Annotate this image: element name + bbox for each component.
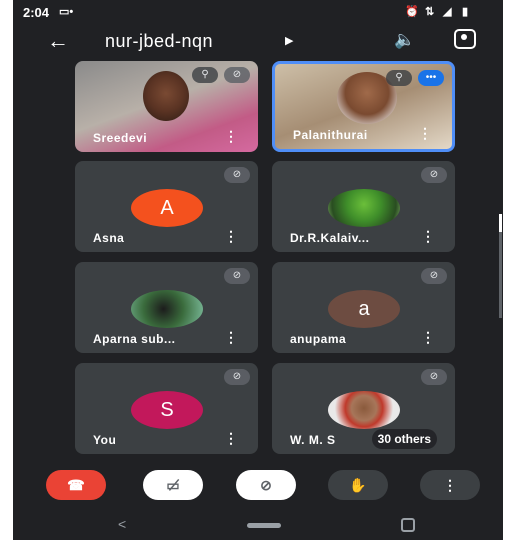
participant-tile-anupama[interactable]: ⊘ a anupama ⋮: [272, 262, 455, 353]
rotate-icon[interactable]: [401, 518, 415, 532]
participant-tile-kalaiv[interactable]: ⊘ Dr.R.Kalaiv... ⋮: [272, 161, 455, 252]
more-vert-icon[interactable]: ⋮: [224, 228, 238, 245]
more-vert-icon[interactable]: ⋮: [224, 128, 238, 145]
alarm-icon: ⏰: [405, 6, 419, 18]
avatar: a: [328, 290, 400, 328]
pin-icon[interactable]: ⚲: [386, 70, 412, 86]
mic-off-icon: ⊘: [421, 268, 447, 284]
avatar: A: [131, 189, 203, 227]
more-vert-icon[interactable]: ⋮: [418, 125, 432, 142]
participant-name: W. M. S: [290, 433, 336, 447]
avatar: [328, 189, 400, 227]
more-vert-icon[interactable]: ⋮: [421, 329, 435, 346]
participant-name: Sreedevi: [93, 131, 148, 145]
more-vert-icon[interactable]: ⋮: [421, 228, 435, 245]
participant-tile-sreedevi[interactable]: ⚲ ⊘ Sreedevi ⋮: [75, 61, 258, 152]
mic-off-icon: ⊘: [421, 369, 447, 385]
avatar: S: [131, 391, 203, 429]
mic-toggle-button[interactable]: ⊘: [236, 470, 296, 500]
status-bar: 2:04 ▭• ⏰ ⇅ ◢ ▮: [13, 0, 503, 22]
participant-name: Asna: [93, 231, 125, 245]
network-icon: ⇅: [425, 6, 435, 18]
avatar: [328, 391, 400, 429]
participant-tile-asna[interactable]: ⊘ A Asna ⋮: [75, 161, 258, 252]
participant-name: Dr.R.Kalaiv...: [290, 231, 370, 245]
mic-off-icon: ⊘: [260, 477, 272, 493]
participant-tile-palanithurai[interactable]: ⚲ ••• Palanithurai ⋮: [272, 61, 455, 152]
back-arrow-icon[interactable]: ←: [47, 28, 69, 54]
system-nav-bar: <: [13, 512, 503, 540]
pin-icon[interactable]: ⚲: [192, 67, 218, 83]
others-count-badge[interactable]: 30 others: [371, 429, 437, 449]
scrollbar-thumb[interactable]: [499, 214, 502, 232]
caret-right-icon[interactable]: ▶: [285, 34, 293, 47]
mic-off-icon: ⊘: [224, 67, 250, 83]
mic-off-icon: ⊘: [421, 167, 447, 183]
speaker-icon[interactable]: 🔈: [394, 30, 415, 50]
more-vert-icon: ⋮: [443, 477, 457, 493]
participant-tile-you[interactable]: ⊘ S You ⋮: [75, 363, 258, 454]
more-options-button[interactable]: ⋮: [420, 470, 480, 500]
participant-name: anupama: [290, 332, 347, 346]
switch-camera-icon[interactable]: [454, 29, 476, 49]
raise-hand-icon: ✋: [349, 477, 367, 493]
participant-video: [143, 71, 189, 121]
nav-home-pill[interactable]: [247, 523, 281, 528]
screen-record-icon: ▭•: [59, 6, 74, 18]
participant-name: Palanithurai: [293, 128, 368, 142]
speaking-indicator-icon: •••: [418, 70, 444, 86]
battery-icon: ▮: [462, 6, 469, 18]
participant-name: You: [93, 433, 117, 447]
signal-icon: ◢: [443, 6, 452, 18]
meeting-title[interactable]: nur-jbed-nqn: [105, 31, 213, 52]
call-controls: ☎ ▭̸ ⊘ ✋ ⋮: [13, 466, 503, 506]
participant-name: Aparna sub...: [93, 332, 176, 346]
phone-screen: 2:04 ▭• ⏰ ⇅ ◢ ▮ ← nur-jbed-nqn ▶ 🔈 ⚲ ⊘ S…: [13, 0, 503, 540]
mic-off-icon: ⊘: [224, 167, 250, 183]
nav-back-icon[interactable]: <: [118, 516, 126, 532]
participant-tile-aparna[interactable]: ⊘ Aparna sub... ⋮: [75, 262, 258, 353]
participant-tile-others[interactable]: ⊘ W. M. S 30 others: [272, 363, 455, 454]
raise-hand-button[interactable]: ✋: [328, 470, 388, 500]
avatar: [131, 290, 203, 328]
mic-off-icon: ⊘: [224, 369, 250, 385]
more-vert-icon[interactable]: ⋮: [224, 329, 238, 346]
end-call-icon: ☎: [67, 477, 85, 493]
call-header: ← nur-jbed-nqn ▶ 🔈: [13, 22, 503, 60]
end-call-button[interactable]: ☎: [46, 470, 106, 500]
status-time: 2:04: [23, 5, 50, 20]
camera-toggle-button[interactable]: ▭̸: [143, 470, 203, 500]
more-vert-icon[interactable]: ⋮: [224, 430, 238, 447]
camera-off-icon: ▭̸: [166, 477, 180, 493]
mic-off-icon: ⊘: [224, 268, 250, 284]
